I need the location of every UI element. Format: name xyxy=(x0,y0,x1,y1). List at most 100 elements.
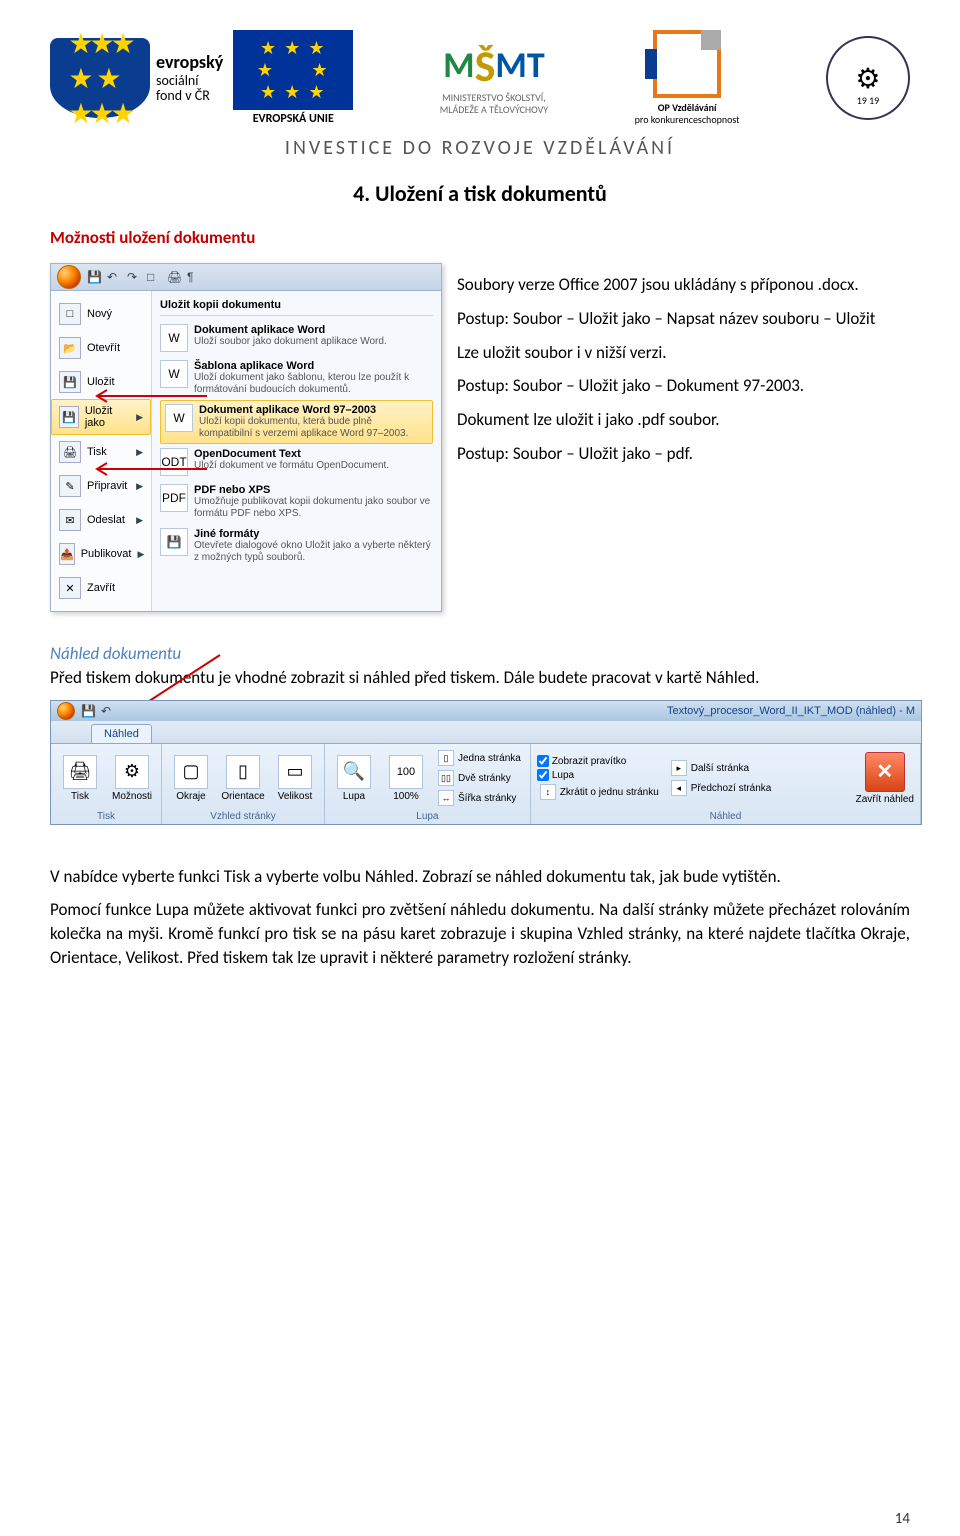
chevron-right-icon: ▶ xyxy=(136,412,143,423)
pagewidth-icon: ↔ xyxy=(438,790,454,806)
menu-item-odeslat[interactable]: ✉ Odeslat ▶ xyxy=(51,503,151,537)
format-icon: W xyxy=(160,360,188,388)
chevron-right-icon: ▶ xyxy=(136,515,143,526)
btn-100[interactable]: 100100% xyxy=(383,755,429,802)
menu-label: Odeslat xyxy=(87,514,125,526)
submenu-item[interactable]: PDF PDF nebo XPSUmožňuje publikovat kopii… xyxy=(160,480,433,524)
save-icon[interactable]: 💾 xyxy=(87,270,101,284)
menu-icon: ✉ xyxy=(59,509,81,531)
ribbon-body: 🖨Tisk ⚙Možnosti Tisk ▢Okraje ▯Orientace … xyxy=(51,744,921,824)
menu-label: Uložit jako xyxy=(85,405,130,429)
zoom-icon: 🔍 xyxy=(337,755,371,789)
group-tisk: 🖨Tisk ⚙Možnosti Tisk xyxy=(51,744,162,824)
menu-label: Tisk xyxy=(87,446,107,458)
format-icon: W xyxy=(165,404,193,432)
menu-icon: 💾 xyxy=(59,406,79,428)
onepage-icon: ▯ xyxy=(438,750,454,766)
new-icon[interactable]: □ xyxy=(147,270,161,284)
submenu-title: Dokument aplikace Word xyxy=(194,324,387,336)
quick-access-toolbar: 💾 ↶ ↷ □ 🖨 ¶ xyxy=(51,264,441,291)
menu-item-nový[interactable]: □ Nový xyxy=(51,297,151,331)
page-title: 4. Uložení a tisk dokumentů xyxy=(50,180,910,207)
format-icon: W xyxy=(160,324,188,352)
redo-icon[interactable]: ↷ xyxy=(127,270,141,284)
chevron-right-icon: ▶ xyxy=(136,447,143,458)
btn-dalsi-stranka[interactable]: ▸Další stránka xyxy=(668,759,775,777)
submenu-item[interactable]: W Šablona aplikace WordUloží dokument jak… xyxy=(160,356,433,400)
format-icon: PDF xyxy=(160,484,188,512)
chk-lupa[interactable]: Lupa xyxy=(537,769,662,781)
chevron-right-icon: ▶ xyxy=(136,481,143,492)
op-logo: OP Vzdělávání pro konkurenceschopnost xyxy=(635,30,740,126)
format-icon: ODT xyxy=(160,448,188,476)
options-icon: ⚙ xyxy=(115,755,149,789)
btn-tisk[interactable]: 🖨Tisk xyxy=(57,755,103,802)
nextpage-icon: ▸ xyxy=(671,760,687,776)
btn-dve-stranky[interactable]: ▯▯Dvě stránky xyxy=(435,769,524,787)
submenu-desc: Uloží dokument ve formátu OpenDocument. xyxy=(194,460,389,472)
submenu-desc: Uloží dokument jako šablonu, kterou lze … xyxy=(194,372,433,396)
btn-zavrit-nahled[interactable]: ✕ Zavřít náhled xyxy=(856,752,914,805)
submenu-desc: Uloží soubor jako dokument aplikace Word… xyxy=(194,336,387,348)
menu-right-title: Uložit kopii dokumentu xyxy=(160,295,433,316)
chk-pravitko[interactable]: Zobrazit pravítko xyxy=(537,755,662,767)
submenu-item[interactable]: W Dokument aplikace WordUloží soubor jako… xyxy=(160,320,433,356)
orientation-icon: ▯ xyxy=(226,755,260,789)
msmt-logo: MŠMT MINISTERSTVO ŠKOLSTVÍ, MLÁDEŽE A TĚ… xyxy=(440,40,548,117)
office-button-icon[interactable] xyxy=(57,702,75,720)
page-number: 14 xyxy=(895,1510,910,1528)
btn-zkratit[interactable]: ↕Zkrátit o jednu stránku xyxy=(537,783,662,801)
submenu-title: Šablona aplikace Word xyxy=(194,360,433,372)
menu-item-publikovat[interactable]: 📤Publikovat▶ xyxy=(51,537,151,571)
menu-item-uložit-jako[interactable]: 💾 Uložit jako ▶ xyxy=(51,399,151,435)
body-p2: Postup: Soubor – Uložit jako – Napsat ná… xyxy=(457,307,910,331)
logo-header: ★★★★ ★★★★ evropský sociální fond v ČR ★ … xyxy=(50,30,910,126)
group-nahled: Zobrazit pravítko Lupa ↕Zkrátit o jednu … xyxy=(531,744,921,824)
body-p3: Lze uložit soubor i v nižší verzi. xyxy=(457,341,910,365)
menu-item-otevřít[interactable]: 📂Otevřít xyxy=(51,331,151,365)
office-menu-screenshot: 💾 ↶ ↷ □ 🖨 ¶ □Nový📂Otevřít💾Uložit💾Uložit … xyxy=(50,263,442,612)
btn-moznosti[interactable]: ⚙Možnosti xyxy=(109,755,155,802)
eu-logo: ★ ★ ★★ ★★ ★ ★ EVROPSKÁ UNIE xyxy=(233,30,353,126)
btn-orientace[interactable]: ▯Orientace xyxy=(220,755,266,802)
menu-item-zavřít[interactable]: ✕Zavřít xyxy=(51,571,151,605)
btn-okraje[interactable]: ▢Okraje xyxy=(168,755,214,802)
menu-icon: ✎ xyxy=(59,475,81,497)
menu-icon: □ xyxy=(59,303,81,325)
btn-jedna-stranka[interactable]: ▯Jedna stránka xyxy=(435,749,524,767)
btn-predchozi-stranka[interactable]: ◂Předchozí stránka xyxy=(668,779,775,797)
esf-logo: ★★★★ ★★★★ evropský sociální fond v ČR xyxy=(50,38,223,118)
zoom100-icon: 100 xyxy=(389,755,423,789)
menu-item-připravit[interactable]: ✎Připravit▶ xyxy=(51,469,151,503)
undo-icon[interactable]: ↶ xyxy=(101,704,115,718)
btn-sirka-stranky[interactable]: ↔Šířka stránky xyxy=(435,789,524,807)
margins-icon: ▢ xyxy=(174,755,208,789)
print-icon[interactable]: 🖨 xyxy=(167,270,181,284)
office-button-icon[interactable] xyxy=(57,265,81,289)
body-p6: Postup: Soubor – Uložit jako – pdf. xyxy=(457,442,910,466)
undo-icon[interactable]: ↶ xyxy=(107,270,121,284)
save-icon[interactable]: 💾 xyxy=(81,704,95,718)
submenu-item[interactable]: WDokument aplikace Word 97–2003Uloží kop… xyxy=(160,400,433,444)
body-p5: Dokument lze uložit i jako .pdf soubor. xyxy=(457,408,910,432)
submenu-item[interactable]: 💾Jiné formátyOtevřete dialogové okno Ulo… xyxy=(160,524,433,568)
menu-item-tisk[interactable]: 🖨Tisk▶ xyxy=(51,435,151,469)
body-after-2: Pomocí funkce Lupa můžete aktivovat funk… xyxy=(50,898,910,969)
menu-label: Nový xyxy=(87,308,112,320)
menu-label: Otevřít xyxy=(87,342,120,354)
submenu-title: PDF nebo XPS xyxy=(194,484,433,496)
ribbon-titlebar: 💾 ↶ Textový_procesor_Word_II_IKT_MOD (ná… xyxy=(51,701,921,721)
group-lupa: 🔍Lupa 100100% ▯Jedna stránka ▯▯Dvě strán… xyxy=(325,744,531,824)
menu-icon: 💾 xyxy=(59,371,81,393)
tab-nahled[interactable]: Náhled xyxy=(91,724,152,743)
btn-lupa[interactable]: 🔍Lupa xyxy=(331,755,377,802)
submenu-item[interactable]: ODTOpenDocument TextUloží dokument ve fo… xyxy=(160,444,433,480)
heading-moznosti: Možnosti uložení dokumentu xyxy=(50,227,910,248)
chevron-right-icon: ▶ xyxy=(137,549,144,560)
menu-item-uložit[interactable]: 💾Uložit xyxy=(51,365,151,399)
pilcrow-icon[interactable]: ¶ xyxy=(187,270,201,284)
submenu-desc: Umožňuje publikovat kopii dokumentu jako… xyxy=(194,496,433,520)
btn-velikost[interactable]: ▭Velikost xyxy=(272,755,318,802)
ribbon-screenshot: 💾 ↶ Textový_procesor_Word_II_IKT_MOD (ná… xyxy=(50,700,922,825)
body-nahled: Před tiskem dokumentu je vhodné zobrazit… xyxy=(50,667,759,688)
